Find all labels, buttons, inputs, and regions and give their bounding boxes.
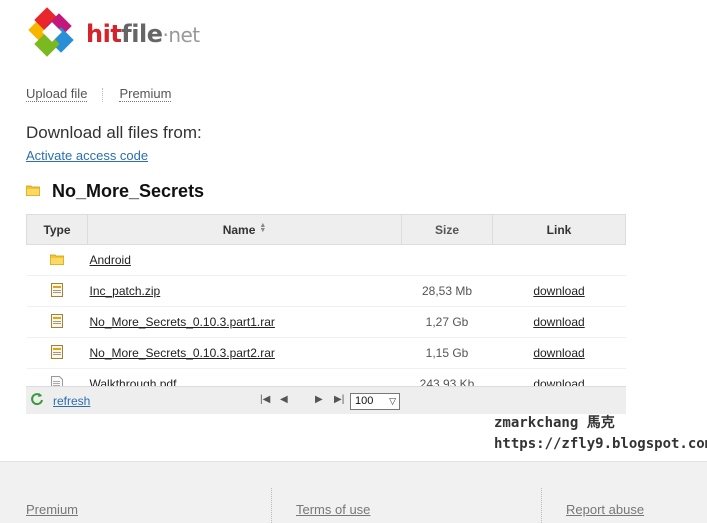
refresh-icon[interactable]: [30, 392, 44, 409]
download-link[interactable]: download: [533, 284, 584, 298]
header-name-label: Name: [222, 222, 256, 237]
download-link[interactable]: download: [533, 315, 584, 329]
activate-access-code-link[interactable]: Activate access code: [26, 148, 148, 163]
table-row: Inc_patch.zip 28,53 Mb download: [26, 275, 626, 307]
last-page-icon[interactable]: ▶|: [334, 395, 344, 405]
download-all-heading: Download all files from:: [26, 123, 202, 142]
file-name-link[interactable]: Inc_patch.zip: [90, 284, 161, 298]
header-size[interactable]: Size: [401, 214, 493, 245]
header-name[interactable]: Name ▲ ▼: [87, 214, 402, 245]
table-row: No_More_Secrets_0.10.3.part2.rar 1,15 Gb…: [26, 337, 626, 369]
upload-file-link[interactable]: Upload file: [26, 86, 88, 102]
folder-icon: [49, 254, 65, 268]
page-size-value: 100: [355, 395, 374, 407]
page-size-select[interactable]: 100 ▽: [350, 393, 400, 410]
row-size-cell: 28,53 Mb: [401, 275, 493, 307]
top-nav: Upload file Premium: [26, 86, 172, 102]
table-row: No_More_Secrets_0.10.3.part1.rar 1,27 Gb…: [26, 306, 626, 338]
row-type-cell: [26, 306, 88, 338]
footer-premium-link[interactable]: Premium: [26, 502, 78, 517]
refresh-link[interactable]: refresh: [53, 394, 90, 408]
site-logo[interactable]: hitfile·net: [26, 6, 200, 62]
first-page-icon[interactable]: |◀: [260, 395, 270, 405]
logo-text-hit: hit: [86, 20, 122, 48]
table-header-row: Type Name ▲ ▼ Size Link: [26, 214, 626, 245]
header-type[interactable]: Type: [26, 214, 88, 245]
download-link[interactable]: download: [533, 346, 584, 360]
header-link[interactable]: Link: [492, 214, 626, 245]
archive-icon: [51, 344, 63, 362]
footer: Premium Terms of use Report abuse: [0, 461, 707, 523]
table-row: Android: [26, 244, 626, 276]
row-type-cell: [26, 337, 88, 369]
logo-mark-icon: [26, 7, 80, 61]
row-link-cell: download: [492, 275, 626, 307]
footer-separator: [271, 488, 272, 523]
watermark-line2: https://zfly9.blogspot.com/: [494, 436, 707, 452]
row-link-cell: download: [492, 337, 626, 369]
chevron-down-icon: ▽: [389, 396, 396, 406]
folder-name: No_More_Secrets: [52, 181, 205, 201]
sort-arrows-icon: ▲ ▼: [259, 221, 267, 234]
file-name-link[interactable]: No_More_Secrets_0.10.3.part1.rar: [90, 315, 275, 329]
refresh-control: refresh: [30, 392, 90, 409]
prev-page-icon[interactable]: ◀: [280, 395, 288, 405]
watermark-line1: zmarkchang 馬克: [494, 415, 615, 431]
file-name-link[interactable]: No_More_Secrets_0.10.3.part2.rar: [90, 346, 275, 360]
row-size-cell: [401, 244, 493, 276]
pager-bar: refresh |◀ ◀ ▶ ▶| 100 ▽: [26, 386, 626, 414]
footer-separator: [541, 488, 542, 523]
folder-icon: [25, 183, 41, 201]
row-link-cell: download: [492, 306, 626, 338]
row-type-cell: [26, 275, 88, 307]
premium-link[interactable]: Premium: [119, 86, 172, 102]
row-size-cell: 1,15 Gb: [401, 337, 493, 369]
footer-terms-link[interactable]: Terms of use: [296, 502, 370, 517]
folder-title: No_More_Secrets: [25, 181, 205, 202]
row-size-cell: 1,27 Gb: [401, 306, 493, 338]
watermark: zmarkchang 馬克 https://zfly9.blogspot.com…: [494, 413, 707, 455]
file-table: Type Name ▲ ▼ Size Link Android Inc_patch.…: [26, 214, 626, 400]
file-name-link[interactable]: Android: [90, 253, 131, 267]
logo-text: hitfile·net: [86, 20, 200, 48]
archive-icon: [51, 282, 63, 300]
row-type-cell: [26, 244, 88, 276]
row-name-cell: Inc_patch.zip: [87, 275, 402, 307]
row-name-cell: No_More_Secrets_0.10.3.part1.rar: [87, 306, 402, 338]
logo-text-net: ·net: [162, 23, 200, 47]
row-name-cell: Android: [87, 244, 402, 276]
next-page-icon[interactable]: ▶: [315, 395, 323, 405]
row-link-cell: [492, 244, 626, 276]
logo-text-file: file: [121, 20, 163, 48]
row-name-cell: No_More_Secrets_0.10.3.part2.rar: [87, 337, 402, 369]
nav-separator: [102, 88, 104, 102]
archive-icon: [51, 313, 63, 331]
footer-report-abuse-link[interactable]: Report abuse: [566, 502, 644, 517]
